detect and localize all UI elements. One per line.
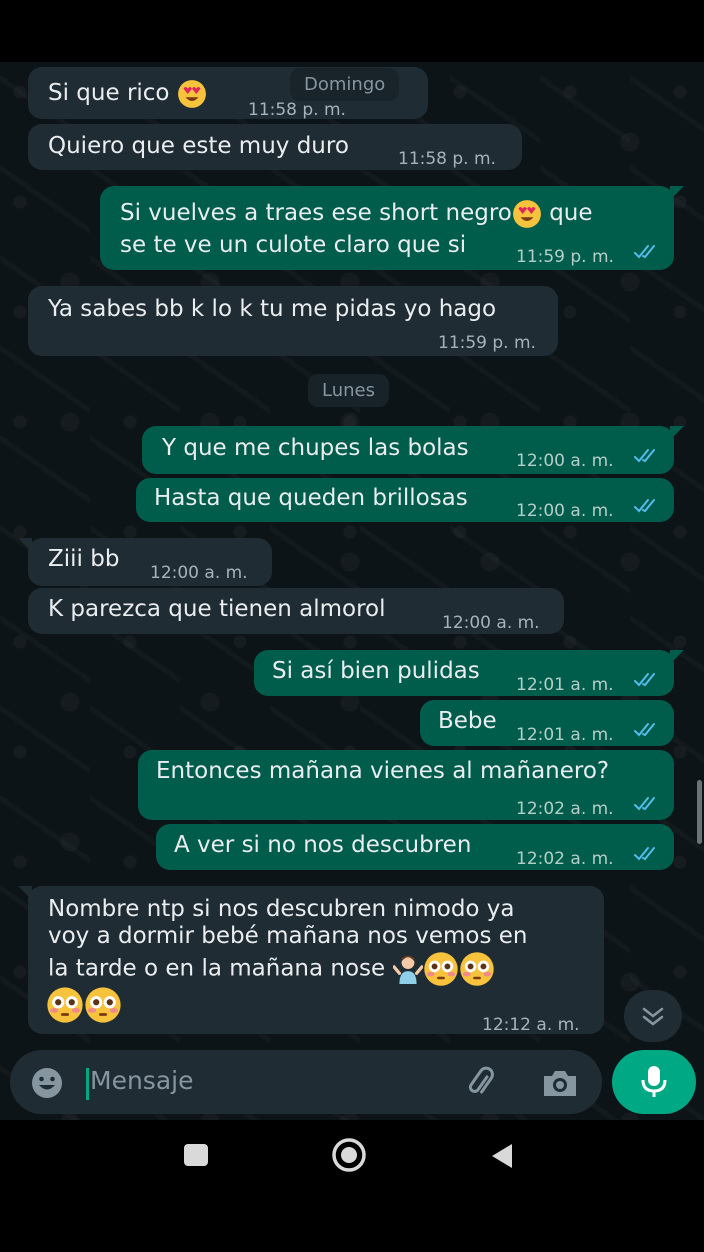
square-nav-icon[interactable] <box>184 1144 208 1166</box>
message-text-line: la tarde o en la mañana nose <box>48 955 386 982</box>
message-outgoing[interactable]: Bebe 12:01 a. m. <box>420 700 674 746</box>
message-outgoing[interactable]: Hasta que queden brillosas 12:00 a. m. <box>136 478 674 522</box>
message-text-line: voy a dormir bebé mañana nos vemos en <box>48 923 528 949</box>
read-ticks-icon <box>634 673 655 686</box>
heart-eyes-emoji-icon <box>177 79 206 108</box>
message-time: 12:02 a. m. <box>516 799 614 819</box>
chevron-down-icon <box>642 1007 664 1026</box>
mic-icon <box>641 1066 667 1097</box>
message-time: 12:00 a. m. <box>150 563 248 583</box>
shrug-emoji-icon <box>392 954 423 984</box>
back-nav-icon[interactable] <box>488 1142 516 1170</box>
message-text: A ver si no nos descubren <box>174 832 472 858</box>
message-time: 11:59 p. m. <box>516 247 614 267</box>
message-text: Ziii bb <box>48 546 120 572</box>
message-outgoing[interactable]: Si vuelves a traes ese short negro que s… <box>100 186 684 270</box>
system-navigation-bar <box>0 1120 704 1190</box>
message-outgoing[interactable]: Y que me chupes las bolas 12:00 a. m. <box>142 426 684 474</box>
flushed-emoji-icon <box>459 952 494 986</box>
message-time: 12:01 a. m. <box>516 675 614 695</box>
message-text: Hasta que queden brillosas <box>154 485 468 511</box>
message-incoming[interactable]: K parezca que tienen almorol 12:00 a. m. <box>28 588 564 634</box>
message-text: Si así bien pulidas <box>272 658 480 684</box>
attach-icon[interactable] <box>462 1064 500 1102</box>
message-text-line: Si vuelves a traes ese short negro <box>120 200 512 226</box>
message-time: 12:00 a. m. <box>516 451 614 471</box>
flushed-emoji-icon <box>423 952 458 986</box>
message-incoming[interactable]: Ya sabes bb k lo k tu me pidas yo hago 1… <box>28 286 558 356</box>
message-incoming[interactable]: Ziii bb 12:00 a. m. <box>18 538 272 586</box>
scrollbar[interactable] <box>697 780 702 844</box>
message-time: 12:00 a. m. <box>516 501 614 521</box>
message-text: Ya sabes bb k lo k tu me pidas yo hago <box>48 296 497 322</box>
message-text: Y que me chupes las bolas <box>162 435 469 461</box>
message-time: 12:01 a. m. <box>516 725 614 745</box>
flushed-emoji-icon <box>47 987 83 1023</box>
read-ticks-icon <box>634 797 655 810</box>
message-text: K parezca que tienen almorol <box>48 596 386 622</box>
message-input[interactable]: Mensaje <box>90 1066 193 1095</box>
message-time: 12:12 a. m. <box>482 1015 580 1035</box>
read-ticks-icon <box>634 499 655 512</box>
message-composer[interactable]: Mensaje <box>10 1050 602 1114</box>
message-incoming[interactable]: Quiero que este muy duro 11:58 p. m. <box>28 124 522 170</box>
message-text: Si que rico <box>48 80 170 106</box>
read-ticks-icon <box>634 847 655 860</box>
chat-area[interactable]: Si que rico 11:58 p. m. Domingo Quiero q… <box>0 62 704 1120</box>
message-text: Quiero que este muy duro <box>48 133 349 159</box>
home-nav-icon[interactable] <box>330 1136 368 1174</box>
message-incoming[interactable]: Nombre ntp si nos descubren nimodo ya vo… <box>18 886 604 1035</box>
message-time: 11:59 p. m. <box>438 333 536 353</box>
heart-eyes-emoji-icon <box>512 199 541 228</box>
message-time: 12:00 a. m. <box>442 613 540 633</box>
emoji-icon[interactable] <box>30 1066 64 1100</box>
message-outgoing[interactable]: A ver si no nos descubren 12:02 a. m. <box>156 824 674 870</box>
screen-bottom-bezel <box>0 1190 704 1252</box>
message-outgoing[interactable]: Entonces mañana vienes al mañanero? 12:0… <box>138 750 674 820</box>
day-separator-monday: Lunes <box>308 374 389 407</box>
message-text-line: que <box>549 200 593 226</box>
message-time: 12:02 a. m. <box>516 849 614 869</box>
message-text-line: Nombre ntp si nos descubren nimodo ya <box>48 896 515 922</box>
flushed-emoji-icon <box>85 987 121 1023</box>
camera-icon[interactable] <box>540 1066 580 1100</box>
read-ticks-icon <box>634 723 655 736</box>
read-ticks-icon <box>634 245 655 258</box>
message-text-line: se te ve un culote claro que si <box>120 232 467 258</box>
message-time: 11:58 p. m. <box>398 149 496 169</box>
scroll-down-button[interactable] <box>624 990 682 1042</box>
message-outgoing[interactable]: Si así bien pulidas 12:01 a. m. <box>254 650 684 696</box>
day-separator-sunday: Domingo <box>290 68 400 101</box>
message-text: Entonces mañana vienes al mañanero? <box>156 758 610 784</box>
read-ticks-icon <box>634 449 655 462</box>
message-text: Bebe <box>438 708 497 734</box>
mic-button[interactable] <box>612 1050 696 1114</box>
